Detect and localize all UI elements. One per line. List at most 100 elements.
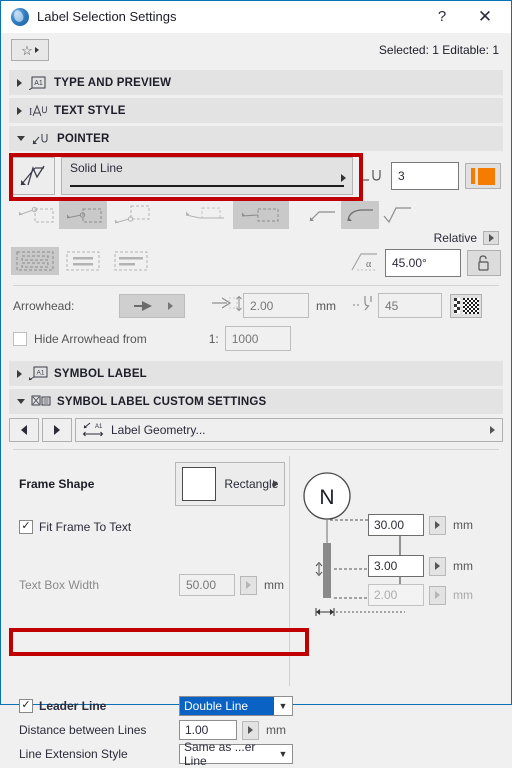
dim-top-row: 30.00 mm <box>368 514 473 536</box>
pen-number-input[interactable]: 3 <box>391 162 459 190</box>
pointer-anchor-box-left[interactable] <box>233 201 289 229</box>
ratio-value: 1000 <box>231 331 259 346</box>
chevron-right-icon[interactable] <box>483 231 499 245</box>
chevron-right-icon <box>490 426 495 434</box>
dim-top-stepper[interactable] <box>429 515 446 535</box>
fit-frame-row[interactable]: Fit Frame To Text <box>19 506 287 534</box>
line-extension-style-row: Line Extension Style Same as ...er Line … <box>19 740 511 768</box>
pointer-shape-curved[interactable] <box>341 201 379 229</box>
panel-header-pointer[interactable]: POINTER <box>9 126 503 151</box>
hide-arrowhead-checkbox[interactable] <box>13 331 27 346</box>
distance-input[interactable]: 1.00 <box>179 720 237 740</box>
chevron-down-icon <box>17 136 25 141</box>
panel-header-type-and-preview[interactable]: A1 TYPE AND PREVIEW <box>9 70 503 95</box>
fit-frame-label: Fit Frame To Text <box>39 520 132 534</box>
linetype-dropdown[interactable]: Solid Line <box>61 157 353 195</box>
favorites-button[interactable]: ☆ <box>11 39 49 61</box>
dim-bot-stepper[interactable] <box>429 585 446 605</box>
label-geometry-page[interactable]: A1 Label Geometry... <box>75 418 503 442</box>
leader-line-row: Leader Line Double Line ▼ <box>19 694 511 718</box>
arrowhead-solid-icon <box>133 300 152 311</box>
leader-line-checkbox[interactable] <box>19 699 33 713</box>
pen-color-swatch[interactable] <box>465 163 501 189</box>
text-box-width-label: Text Box Width <box>19 578 100 592</box>
frame-shape-value: Rectangle <box>224 477 279 491</box>
chevron-right-icon <box>17 106 22 115</box>
pointer-anchor-bottom-left[interactable] <box>107 201 155 229</box>
panel-header-symbol-label[interactable]: A1 SYMBOL LABEL <box>9 361 503 386</box>
panel-title: TEXT STYLE <box>54 104 126 117</box>
star-icon: ☆ <box>21 42 33 58</box>
hide-arrowhead-row: Hide Arrowhead from 1: 1000 <box>1 318 511 351</box>
svg-text:α: α <box>366 259 372 270</box>
arrowhead-pen-input[interactable]: 45 <box>378 293 442 318</box>
svg-text:A1: A1 <box>37 370 45 377</box>
panel-header-symbol-label-custom-settings[interactable]: SYMBOL LABEL CUSTOM SETTINGS <box>9 389 503 414</box>
dim-top-unit: mm <box>453 518 473 532</box>
prev-arrow-icon[interactable] <box>9 418 39 442</box>
linetype-preview <box>70 185 344 187</box>
arrowhead-type-dropdown[interactable] <box>119 293 185 318</box>
geometry-preview-column: N 30.00 mm 3.00 mm 2.00 mm <box>290 456 511 686</box>
arrowhead-pen-value: 45 <box>385 298 399 313</box>
lock-icon[interactable] <box>467 250 501 276</box>
custom-settings-nav: A1 Label Geometry... <box>9 418 503 442</box>
chevron-right-icon <box>341 174 346 182</box>
pen-weight-icon <box>359 161 385 191</box>
dim-bot-input[interactable]: 2.00 <box>368 584 424 606</box>
leader-line-label: Leader Line <box>39 699 107 713</box>
line-check-icon[interactable] <box>11 157 55 195</box>
pointer-anchor-underline-left[interactable] <box>177 201 233 229</box>
checker-swatch[interactable] <box>450 293 482 318</box>
label-geometry-icon: A1 <box>82 421 104 440</box>
leader-line-dropdown[interactable]: Double Line ▼ <box>179 696 293 716</box>
text-align-fit[interactable] <box>11 247 59 275</box>
custom-settings-icon <box>31 394 51 410</box>
text-align-center[interactable] <box>59 247 107 275</box>
frame-shape-dropdown[interactable]: Rectangle <box>175 462 286 506</box>
swatch-bar <box>471 168 475 184</box>
arrowhead-size-input[interactable]: 2.00 <box>243 293 309 318</box>
dim-top-input[interactable]: 30.00 <box>368 514 424 536</box>
text-box-width-stepper[interactable] <box>240 575 257 595</box>
label-geometry-label: Label Geometry... <box>111 423 206 437</box>
dim-mid-stepper[interactable] <box>429 556 446 576</box>
leader-line-value: Double Line <box>180 697 274 715</box>
chevron-down-icon: ▼ <box>278 749 288 759</box>
extension-dropdown[interactable]: Same as ...er Line ▼ <box>179 740 293 768</box>
pointer-anchor-middle-left[interactable] <box>59 201 107 229</box>
dim-bot-row: 2.00 mm <box>368 584 473 606</box>
pointer-anchor-top-left[interactable] <box>11 201 59 229</box>
close-button[interactable]: ✕ <box>463 2 507 32</box>
pointer-shape-straight[interactable] <box>303 201 341 229</box>
text-align-left[interactable] <box>107 247 155 275</box>
distance-label: Distance between Lines <box>19 723 147 737</box>
arrowhead-size-icon <box>211 294 243 317</box>
hide-arrowhead-label: Hide Arrowhead from <box>34 331 147 346</box>
text-box-width-input[interactable]: 50.00 <box>179 574 235 596</box>
extension-value: Same as ...er Line <box>180 740 274 768</box>
angle-alpha-icon: α <box>349 250 379 277</box>
fit-frame-checkbox[interactable] <box>19 520 33 534</box>
ratio-input[interactable]: 1000 <box>224 326 291 351</box>
pointer-shape-radical[interactable] <box>379 201 417 229</box>
angle-input[interactable]: 45.00° <box>385 249 461 277</box>
title-bar: Label Selection Settings ? ✕ <box>1 1 511 33</box>
arrowhead-size-unit: mm <box>316 298 336 313</box>
ratio-label: 1: <box>208 331 219 346</box>
help-button[interactable]: ? <box>421 2 463 32</box>
panel-header-text-style[interactable]: I TEXT STYLE <box>9 98 503 123</box>
next-arrow-icon[interactable] <box>42 418 72 442</box>
chevron-right-icon <box>17 78 22 87</box>
swatch-square <box>478 167 495 185</box>
divider <box>13 449 499 450</box>
arrowhead-label: Arrowhead: <box>13 298 75 313</box>
dim-mid-input[interactable]: 3.00 <box>368 555 424 577</box>
dim-top-value: 30.00 <box>374 518 405 532</box>
distance-stepper[interactable] <box>242 720 259 740</box>
arrowhead-pen-icon <box>352 293 378 318</box>
leader-line-section: Leader Line Double Line ▼ Distance betwe… <box>1 686 511 768</box>
pointer-icon <box>31 131 51 147</box>
relative-dropdown[interactable]: Relative <box>1 229 511 245</box>
chevron-right-icon <box>17 369 22 378</box>
